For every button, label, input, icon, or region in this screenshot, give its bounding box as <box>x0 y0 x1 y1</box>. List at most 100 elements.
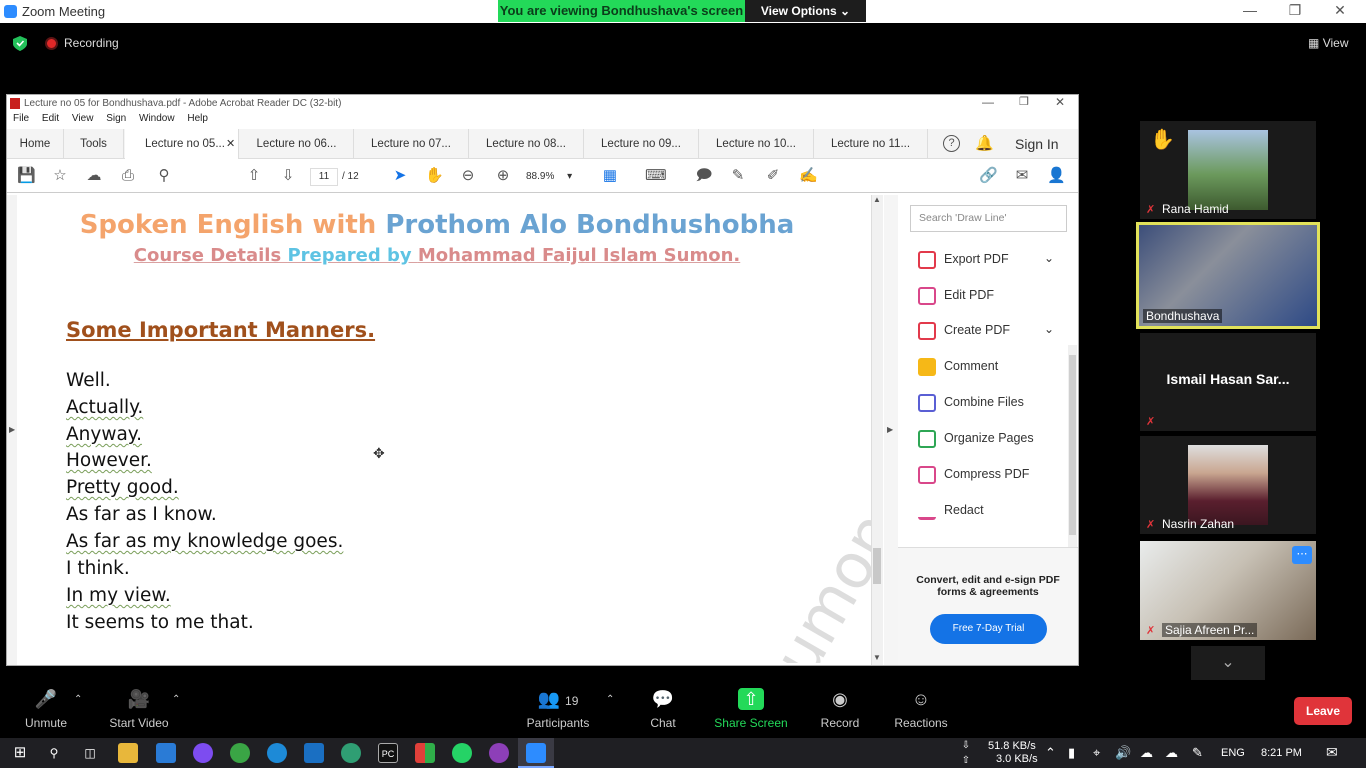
minimize-icon[interactable]: — <box>1240 2 1260 20</box>
tab-home[interactable]: Home <box>7 129 64 159</box>
draw-icon[interactable]: ✐ <box>764 167 782 185</box>
tab-lecture-08[interactable]: Lecture no 08... <box>469 129 584 159</box>
menu-file[interactable]: File <box>13 113 29 124</box>
highlight-pen-icon[interactable]: ✎ <box>729 167 747 185</box>
help-icon[interactable]: ? <box>943 135 960 152</box>
file-explorer-icon[interactable] <box>118 743 138 763</box>
tools-search-input[interactable]: Search 'Draw Line' <box>910 205 1067 232</box>
view-layout-button[interactable]: ▦ View <box>1308 36 1348 50</box>
previous-page-icon[interactable]: ⇧ <box>245 167 263 185</box>
add-user-icon[interactable]: 👤 <box>1047 167 1066 185</box>
battery-icon[interactable]: ▮ <box>1068 745 1075 761</box>
video-options-caret-icon[interactable]: ⌃ <box>172 694 180 705</box>
acrobat-restore-icon[interactable]: ❐ <box>1019 95 1029 108</box>
task-view-icon[interactable]: ◫ <box>80 743 100 763</box>
page-display-icon[interactable]: ▦ <box>601 167 619 185</box>
restore-icon[interactable]: ❐ <box>1285 2 1305 20</box>
unmute-button[interactable]: 🎤 Unmute <box>22 688 70 730</box>
cloud-icon[interactable]: ☁ <box>1140 745 1153 761</box>
participant-tile[interactable]: ✋ ✗ Rana Hamid <box>1140 121 1316 219</box>
tool-create-pdf[interactable]: Create PDF ⌄ <box>918 314 1068 348</box>
tool-comment[interactable]: Comment <box>918 350 1068 384</box>
show-hidden-icons-chevron-icon[interactable]: ⌃ <box>1045 745 1056 761</box>
wifi-icon[interactable]: ⌖ <box>1093 745 1100 761</box>
security-shield-icon[interactable] <box>13 36 27 51</box>
desktop-app-icon[interactable] <box>156 743 176 763</box>
view-options-button[interactable]: View Options ⌄ <box>745 0 866 22</box>
tab-lecture-07[interactable]: Lecture no 07... <box>354 129 469 159</box>
scroll-up-icon[interactable]: ▲ <box>873 195 881 204</box>
expand-left-pane-icon[interactable]: ▶ <box>9 425 15 434</box>
tab-lecture-05[interactable]: Lecture no 05... ✕ <box>125 129 239 159</box>
keyboard-scroll-icon[interactable]: ⌨ <box>645 167 667 185</box>
collapse-right-pane-icon[interactable]: ▶ <box>887 425 893 434</box>
participant-tile[interactable]: Ismail Hasan Sar... ✗ <box>1140 333 1316 431</box>
cloud-sync-icon[interactable]: ☁ <box>1165 745 1178 761</box>
chat-button[interactable]: 💬 Chat <box>646 688 680 730</box>
menu-edit[interactable]: Edit <box>42 113 59 124</box>
tool-redact[interactable]: Redact <box>918 494 1068 528</box>
more-options-icon[interactable]: ⋯ <box>1292 546 1312 564</box>
acrobat-minimize-icon[interactable]: — <box>982 95 994 109</box>
participant-tile[interactable]: ✗ Nasrin Zahan <box>1140 436 1316 534</box>
volume-icon[interactable]: 🔊 <box>1115 745 1131 761</box>
record-button[interactable]: ◉ Record <box>820 688 860 730</box>
tab-lecture-06[interactable]: Lecture no 06... <box>240 129 354 159</box>
whatsapp-icon[interactable] <box>452 743 472 763</box>
print-icon[interactable]: ⎙ <box>119 167 137 185</box>
pen-icon[interactable]: ✎ <box>1192 745 1203 761</box>
participant-tile[interactable]: ⋯ ✗ Sajia Afreen Pr... <box>1140 541 1316 640</box>
participants-options-caret-icon[interactable]: ⌃ <box>606 694 614 705</box>
notification-center-icon[interactable]: ✉ <box>1326 744 1338 761</box>
search-icon[interactable]: ⚲ <box>44 743 64 763</box>
participant-tile-active-speaker[interactable]: Bondhushava <box>1136 222 1320 329</box>
free-trial-button[interactable]: Free 7-Day Trial <box>930 614 1047 644</box>
fill-sign-icon[interactable]: ✍ <box>799 167 818 185</box>
comment-icon[interactable]: 🗩 <box>695 167 713 185</box>
select-cursor-icon[interactable]: ➤ <box>391 167 409 185</box>
pdf-document-page[interactable]: Spoken English with Prothom Alo Bondhush… <box>17 195 873 663</box>
tab-close-icon[interactable]: ✕ <box>226 129 235 159</box>
zoom-level-select[interactable]: 88.9% ▾ <box>526 168 578 186</box>
start-video-button[interactable]: 🎥 Start Video <box>106 688 172 730</box>
tools-scroll-thumb[interactable] <box>1069 355 1076 535</box>
messenger-icon[interactable] <box>193 743 213 763</box>
zoom-out-icon[interactable]: ⊖ <box>459 167 477 185</box>
edge-icon[interactable] <box>267 743 287 763</box>
page-number-input[interactable]: 11 <box>310 168 338 186</box>
save-icon[interactable]: 💾 <box>17 167 36 185</box>
chevron-down-icon[interactable]: ⌄ <box>1044 251 1054 265</box>
recording-label[interactable]: Recording <box>64 36 119 50</box>
search-icon[interactable]: ⚲ <box>155 167 173 185</box>
app-icon[interactable] <box>489 743 509 763</box>
email-icon[interactable]: ✉ <box>1013 167 1031 185</box>
more-participants-chevron-icon[interactable]: ⌄ <box>1191 646 1265 680</box>
chrome-icon[interactable] <box>230 743 250 763</box>
tool-compress-pdf[interactable]: Compress PDF <box>918 458 1068 492</box>
windows-start-icon[interactable]: ⊞ <box>10 743 30 763</box>
menu-window[interactable]: Window <box>139 113 175 124</box>
tab-tools[interactable]: Tools <box>64 129 124 159</box>
tab-lecture-11[interactable]: Lecture no 11... <box>814 129 928 159</box>
language-indicator[interactable]: ENG <box>1221 747 1245 759</box>
upload-cloud-icon[interactable]: ☁ <box>85 167 103 185</box>
menu-sign[interactable]: Sign <box>106 113 126 124</box>
next-page-icon[interactable]: ⇩ <box>279 167 297 185</box>
gitkraken-icon[interactable] <box>341 743 361 763</box>
app-icon[interactable] <box>415 743 435 763</box>
audio-options-caret-icon[interactable]: ⌃ <box>74 694 82 705</box>
close-icon[interactable]: ✕ <box>1330 2 1350 20</box>
share-screen-button[interactable]: ⇧ Share Screen <box>714 688 788 730</box>
hand-tool-icon[interactable]: ✋ <box>425 167 444 185</box>
acrobat-close-icon[interactable]: ✕ <box>1055 95 1065 109</box>
tool-combine-files[interactable]: Combine Files <box>918 386 1068 420</box>
tool-export-pdf[interactable]: Export PDF ⌄ <box>918 243 1068 277</box>
tab-lecture-09[interactable]: Lecture no 09... <box>584 129 699 159</box>
vscode-icon[interactable] <box>304 743 324 763</box>
bookmark-star-icon[interactable]: ☆ <box>51 167 69 185</box>
tab-lecture-10[interactable]: Lecture no 10... <box>699 129 814 159</box>
link-icon[interactable]: 🔗 <box>979 167 998 185</box>
tool-edit-pdf[interactable]: Edit PDF <box>918 279 1068 313</box>
tool-organize-pages[interactable]: Organize Pages <box>918 422 1068 456</box>
zoom-in-icon[interactable]: ⊕ <box>494 167 512 185</box>
